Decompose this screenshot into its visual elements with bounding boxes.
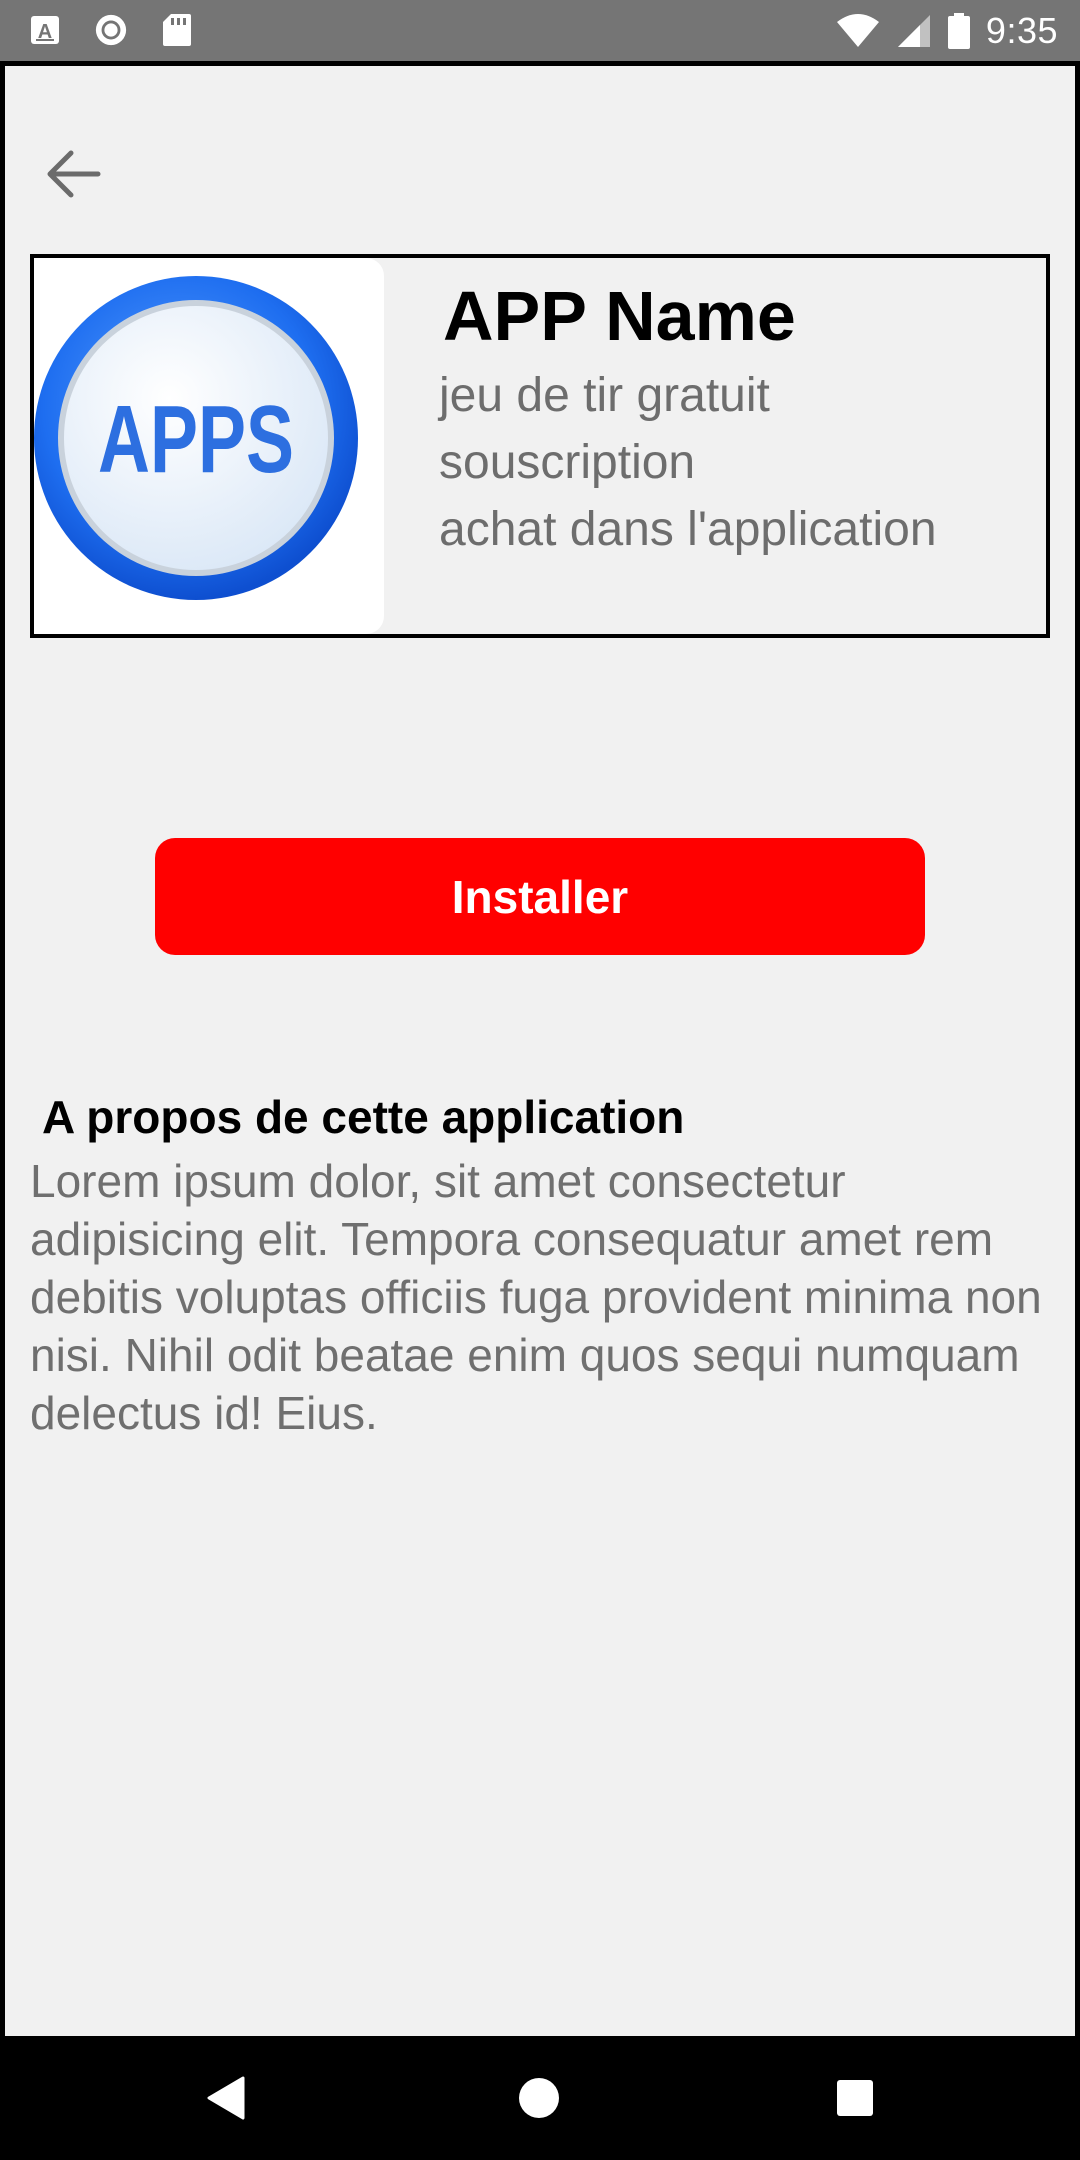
wifi-icon: [836, 13, 879, 47]
nav-back-button[interactable]: [193, 2066, 257, 2130]
status-bar: A 9:35: [0, 0, 1080, 61]
system-icons: 9:35: [836, 0, 1058, 61]
app-meta-iap: achat dans l'application: [439, 503, 937, 556]
app-meta-genre: jeu de tir gratuit: [439, 369, 770, 422]
circle-notification-icon: [94, 12, 128, 48]
about-title: A propos de cette application: [42, 1091, 685, 1143]
navigation-bar: [0, 2036, 1080, 2160]
app-meta-subscription: souscription: [439, 436, 696, 489]
nav-recents-button[interactable]: [823, 2066, 887, 2130]
about-description: Lorem ipsum dolor, sit amet consectetur …: [30, 1155, 1042, 1439]
recents-square-icon: [837, 2080, 873, 2116]
notification-icons: A: [28, 12, 194, 48]
app-detail-screen: APPS APP Name jeu de tir gratuit souscri…: [5, 66, 1075, 2036]
app-logo-text: APPS: [98, 386, 294, 493]
status-time: 9:35: [985, 9, 1058, 51]
a-notification-icon: A: [28, 12, 62, 48]
app-name: APP Name: [443, 277, 796, 355]
app-logo: APPS: [34, 258, 384, 634]
sd-card-icon: [160, 12, 194, 48]
arrow-back-icon: [47, 150, 101, 198]
signal-icon: [897, 14, 930, 47]
phone-screen: A 9:35 APPS APP Name jeu de tir gratuit …: [0, 0, 1080, 2160]
app-meta-list: jeu de tir gratuit souscription achat da…: [439, 362, 937, 563]
back-triangle-icon: [207, 2076, 245, 2120]
install-button[interactable]: Installer: [155, 838, 925, 955]
nav-home-button[interactable]: [507, 2066, 571, 2130]
app-info-card: APPS APP Name jeu de tir gratuit souscri…: [30, 254, 1050, 638]
home-circle-icon: [519, 2078, 559, 2118]
back-button[interactable]: [33, 134, 113, 214]
battery-icon: [947, 12, 970, 49]
